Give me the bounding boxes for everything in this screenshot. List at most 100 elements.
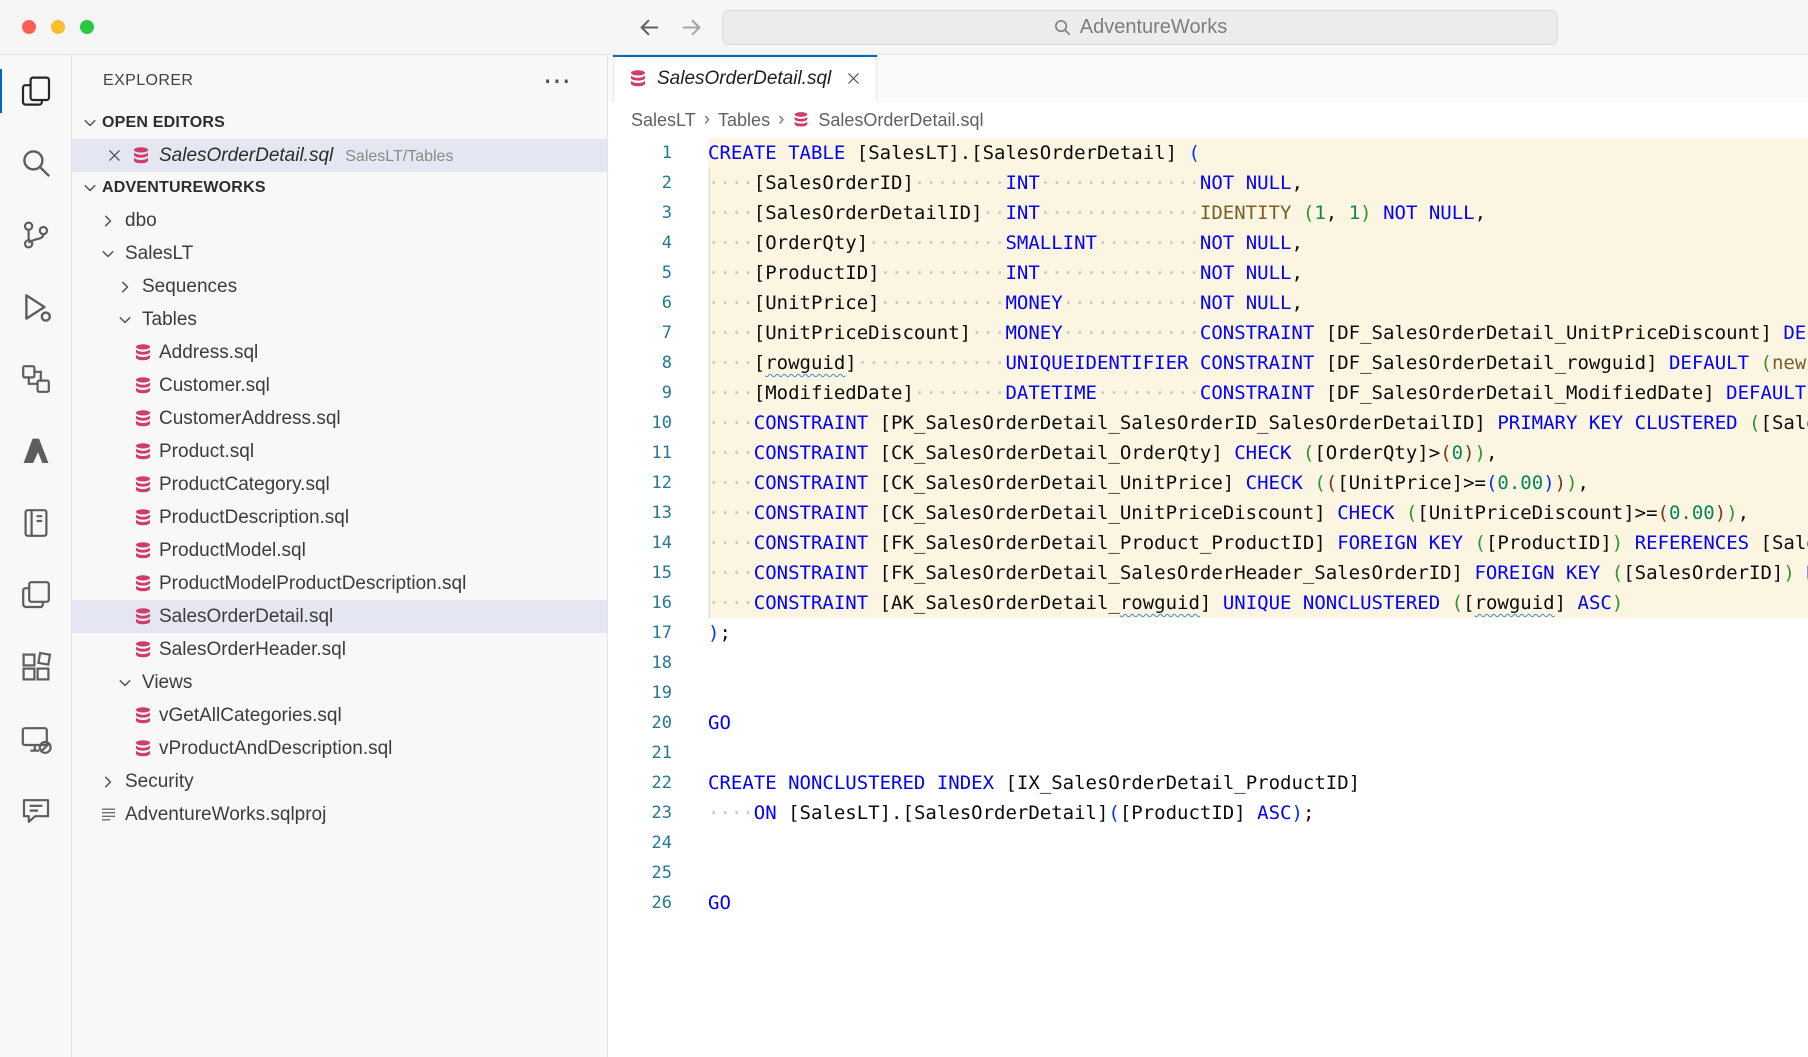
line-number: 1 <box>608 138 672 168</box>
code-line-21[interactable] <box>708 738 1808 768</box>
tree-item-adventureworks-sqlproj[interactable]: AdventureWorks.sqlproj <box>72 798 607 831</box>
breadcrumb-folder[interactable]: Tables <box>718 110 770 131</box>
zoom-button[interactable] <box>80 20 94 34</box>
code-line-15[interactable]: ····CONSTRAINT [FK_SalesOrderDetail_Sale… <box>708 558 1808 588</box>
forward-button[interactable] <box>678 14 705 41</box>
activity-source-control-icon[interactable] <box>0 199 71 271</box>
code-line-24[interactable] <box>708 828 1808 858</box>
activity-feedback-icon[interactable] <box>0 775 71 847</box>
tree-item-address-sql[interactable]: Address.sql <box>72 336 607 369</box>
code-line-17[interactable]: ); <box>708 618 1808 648</box>
database-icon <box>133 409 157 429</box>
tree-item-vgetallcategories-sql[interactable]: vGetAllCategories.sql <box>72 699 607 732</box>
code-line-11[interactable]: ····CONSTRAINT [CK_SalesOrderDetail_Orde… <box>708 438 1808 468</box>
tree-item-customeraddress-sql[interactable]: CustomerAddress.sql <box>72 402 607 435</box>
tree-item-label: Sequences <box>142 276 237 298</box>
tree-item-sequences[interactable]: Sequences <box>72 270 607 303</box>
code-line-26[interactable]: GO <box>708 888 1808 918</box>
close-editor-icon[interactable] <box>106 147 123 164</box>
code-line-19[interactable] <box>708 678 1808 708</box>
code-line-10[interactable]: ····CONSTRAINT [PK_SalesOrderDetail_Sale… <box>708 408 1808 438</box>
line-number: 24 <box>608 828 672 858</box>
tree-item-saleslt[interactable]: SalesLT <box>72 237 607 270</box>
tree-item-label: SalesOrderDetail.sql <box>159 606 333 628</box>
code-line-13[interactable]: ····CONSTRAINT [CK_SalesOrderDetail_Unit… <box>708 498 1808 528</box>
code-editor[interactable]: 1234567891011121314151617181920212223242… <box>608 138 1808 1057</box>
database-icon <box>133 640 157 660</box>
code-line-23[interactable]: ····ON [SalesLT].[SalesOrderDetail]([Pro… <box>708 798 1808 828</box>
activity-editors-icon[interactable] <box>0 559 71 631</box>
code-line-25[interactable] <box>708 858 1808 888</box>
close-tab-icon[interactable] <box>845 70 862 87</box>
tab-salesorderdetail-sql[interactable]: SalesOrderDetail.sql <box>613 55 877 102</box>
activity-notebook-icon[interactable] <box>0 487 71 559</box>
chevron-right-icon[interactable] <box>99 773 123 791</box>
line-number: 13 <box>608 498 672 528</box>
chevron-right-icon[interactable] <box>99 212 123 230</box>
tree-item-vproductanddescription-sql[interactable]: vProductAndDescription.sql <box>72 732 607 765</box>
tree-item-views[interactable]: Views <box>72 666 607 699</box>
code-line-1[interactable]: CREATE TABLE [SalesLT].[SalesOrderDetail… <box>708 138 1808 168</box>
code-line-8[interactable]: ····[rowguid]·············UNIQUEIDENTIFI… <box>708 348 1808 378</box>
code-line-5[interactable]: ····[ProductID]···········INT···········… <box>708 258 1808 288</box>
code-line-14[interactable]: ····CONSTRAINT [FK_SalesOrderDetail_Prod… <box>708 528 1808 558</box>
line-number: 23 <box>608 798 672 828</box>
code-line-12[interactable]: ····CONSTRAINT [CK_SalesOrderDetail_Unit… <box>708 468 1808 498</box>
chevron-down-icon[interactable] <box>99 245 123 263</box>
code-line-3[interactable]: ····[SalesOrderDetailID]··INT···········… <box>708 198 1808 228</box>
tree-item-salesorderdetail-sql[interactable]: SalesOrderDetail.sql <box>72 600 607 633</box>
chevron-down-icon[interactable] <box>116 674 140 692</box>
code-line-6[interactable]: ····[UnitPrice]···········MONEY·········… <box>708 288 1808 318</box>
activity-connections-icon[interactable] <box>0 343 71 415</box>
more-actions-button[interactable]: ⋯ <box>543 67 571 95</box>
line-number: 12 <box>608 468 672 498</box>
activity-azure-icon[interactable] <box>0 415 71 487</box>
chevron-right-icon[interactable] <box>116 278 140 296</box>
tree-item-label: vGetAllCategories.sql <box>159 705 342 727</box>
open-editor-item[interactable]: SalesOrderDetail.sql SalesLT/Tables <box>72 139 607 172</box>
tree-item-tables[interactable]: Tables <box>72 303 607 336</box>
line-number: 15 <box>608 558 672 588</box>
editor-area: SalesOrderDetail.sql SalesLT › Tables › … <box>608 55 1808 1057</box>
tree-item-productmodelproductdescription-sql[interactable]: ProductModelProductDescription.sql <box>72 567 607 600</box>
code-line-18[interactable] <box>708 648 1808 678</box>
tree-item-productdescription-sql[interactable]: ProductDescription.sql <box>72 501 607 534</box>
code-line-16[interactable]: ····CONSTRAINT [AK_SalesOrderDetail_rowg… <box>708 588 1808 618</box>
code-line-7[interactable]: ····[UnitPriceDiscount]···MONEY·········… <box>708 318 1808 348</box>
breadcrumb-file[interactable]: SalesOrderDetail.sql <box>818 110 983 131</box>
line-number: 9 <box>608 378 672 408</box>
activity-search-icon[interactable] <box>0 127 71 199</box>
open-editors-section-header[interactable]: OPEN EDITORS <box>72 107 607 139</box>
activity-remote-icon[interactable] <box>0 703 71 775</box>
search-icon <box>1053 18 1072 37</box>
tree-item-salesorderheader-sql[interactable]: SalesOrderHeader.sql <box>72 633 607 666</box>
code-line-2[interactable]: ····[SalesOrderID]········INT···········… <box>708 168 1808 198</box>
chevron-down-icon[interactable] <box>116 311 140 329</box>
project-section-header[interactable]: ADVENTUREWORKS <box>72 172 607 204</box>
close-button[interactable] <box>22 20 36 34</box>
activity-explorer-icon[interactable] <box>0 55 71 127</box>
line-number: 25 <box>608 858 672 888</box>
tree-item-customer-sql[interactable]: Customer.sql <box>72 369 607 402</box>
code-content[interactable]: CREATE TABLE [SalesLT].[SalesOrderDetail… <box>708 138 1808 1057</box>
code-line-22[interactable]: CREATE NONCLUSTERED INDEX [IX_SalesOrder… <box>708 768 1808 798</box>
code-line-9[interactable]: ····[ModifiedDate]········DATETIME······… <box>708 378 1808 408</box>
activity-extensions-icon[interactable] <box>0 631 71 703</box>
tree-item-security[interactable]: Security <box>72 765 607 798</box>
database-icon <box>133 607 157 627</box>
tree-item-productmodel-sql[interactable]: ProductModel.sql <box>72 534 607 567</box>
breadcrumb-schema[interactable]: SalesLT <box>631 110 696 131</box>
code-line-4[interactable]: ····[OrderQty]············SMALLINT······… <box>708 228 1808 258</box>
tree-item-productcategory-sql[interactable]: ProductCategory.sql <box>72 468 607 501</box>
back-button[interactable] <box>636 14 663 41</box>
activity-run-debug-icon[interactable] <box>0 271 71 343</box>
line-number: 22 <box>608 768 672 798</box>
tree-item-dbo[interactable]: dbo <box>72 204 607 237</box>
line-number: 6 <box>608 288 672 318</box>
search-input[interactable]: AdventureWorks <box>722 10 1558 45</box>
tree-item-product-sql[interactable]: Product.sql <box>72 435 607 468</box>
line-number: 10 <box>608 408 672 438</box>
minimize-button[interactable] <box>51 20 65 34</box>
code-line-20[interactable]: GO <box>708 708 1808 738</box>
open-editors-label: OPEN EDITORS <box>102 114 225 132</box>
